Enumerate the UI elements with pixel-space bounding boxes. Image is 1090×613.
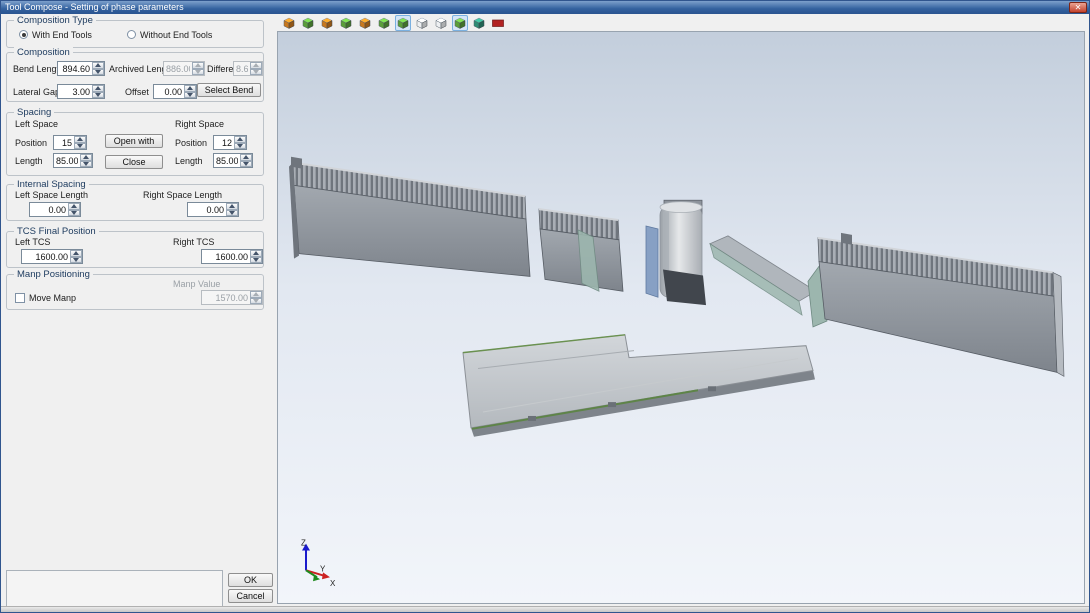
tool-cube-orange-2-icon[interactable]: [319, 15, 335, 31]
center-column-model: [646, 200, 706, 305]
tool-cube-orange-1-icon[interactable]: [281, 15, 297, 31]
internal-right-spinner[interactable]: [187, 202, 239, 217]
select-bend-button[interactable]: Select Bend: [197, 83, 261, 97]
cancel-button[interactable]: Cancel: [228, 589, 273, 603]
spin-down-icon: [250, 69, 262, 76]
lateral-gap-spinner[interactable]: [57, 84, 105, 99]
axis-y-label: Y: [320, 564, 326, 573]
tool-cube-teal-icon[interactable]: [471, 15, 487, 31]
spin-down-icon[interactable]: [250, 257, 262, 264]
move-manp-checkbox[interactable]: Move Manp: [15, 293, 76, 303]
bend-length-spinner[interactable]: [57, 61, 105, 76]
tool-cube-green-3-icon[interactable]: [376, 15, 392, 31]
open-with-button[interactable]: Open with: [105, 134, 163, 148]
manp-value-spinner: [201, 290, 263, 305]
internal-spacing-title: Internal Spacing: [14, 179, 89, 190]
spin-down-icon[interactable]: [74, 143, 86, 150]
composition-group: Composition Bend Length Archived Length …: [6, 52, 264, 102]
right-length-spinner[interactable]: [213, 153, 253, 168]
tool-compose-dialog: Tool Compose - Setting of phase paramete…: [0, 0, 1090, 613]
tool-cube-green-2-icon[interactable]: [338, 15, 354, 31]
spin-down-icon[interactable]: [184, 92, 196, 99]
viewport-region: Z Y X: [273, 14, 1089, 606]
tool-cube-green-selected-2-icon[interactable]: [452, 15, 468, 31]
viewport-toolbar: [281, 14, 506, 31]
left-tool-beam-model: [289, 157, 530, 277]
close-button[interactable]: Close: [105, 155, 163, 169]
right-tcs-spinner[interactable]: [201, 249, 263, 264]
spin-down-icon[interactable]: [68, 210, 80, 217]
internal-left-spinner[interactable]: [29, 202, 81, 217]
composition-title: Composition: [14, 47, 73, 58]
left-space-label: Left Space: [15, 119, 58, 129]
spin-down-icon[interactable]: [70, 257, 82, 264]
offset-label: Offset: [125, 87, 149, 97]
radio-icon[interactable]: [127, 30, 136, 39]
tool-cube-outline-1-icon[interactable]: [414, 15, 430, 31]
spin-down-icon[interactable]: [226, 210, 238, 217]
axis-z-label: Z: [301, 539, 306, 548]
right-position-label: Position: [175, 138, 207, 148]
offset-spinner[interactable]: [153, 84, 197, 99]
window-bottom-edge: [1, 606, 1089, 612]
right-length-label: Length: [175, 156, 203, 166]
3d-viewport[interactable]: Z Y X: [277, 31, 1085, 604]
right-tool-beam-model: [808, 233, 1064, 376]
internal-spacing-group: Internal Spacing Left Space Length Right…: [6, 184, 264, 221]
checkbox-icon[interactable]: [15, 293, 25, 303]
cad-model-scene: Z Y X: [278, 32, 1084, 603]
composition-type-title: Composition Type: [14, 15, 96, 26]
left-tcs-spinner[interactable]: [21, 249, 83, 264]
left-tcs-label: Left TCS: [15, 237, 50, 247]
right-space-label: Right Space: [175, 119, 224, 129]
lateral-gap-label: Lateral Gap: [13, 87, 60, 97]
parameter-panel: Composition Type With End Tools Without …: [1, 14, 273, 606]
manp-title: Manp Positioning: [14, 269, 93, 280]
spin-down-icon[interactable]: [80, 161, 92, 168]
tcs-title: TCS Final Position: [14, 226, 99, 237]
spin-down-icon: [250, 298, 262, 305]
base-plate-model: [463, 335, 815, 437]
tool-cube-outline-2-icon[interactable]: [433, 15, 449, 31]
spacing-title: Spacing: [14, 107, 54, 118]
close-icon[interactable]: ✕: [1069, 2, 1087, 13]
with-end-tools-radio[interactable]: With End Tools: [19, 30, 92, 40]
tool-cube-orange-3-icon[interactable]: [357, 15, 373, 31]
radio-icon[interactable]: [19, 30, 28, 39]
without-end-tools-radio[interactable]: Without End Tools: [127, 30, 212, 40]
left-length-spinner[interactable]: [53, 153, 93, 168]
composition-type-group: Composition Type With End Tools Without …: [6, 20, 264, 48]
window-title: Tool Compose - Setting of phase paramete…: [5, 2, 184, 12]
spin-down-icon[interactable]: [234, 143, 246, 150]
spin-down-icon[interactable]: [92, 69, 104, 76]
middle-tool-segment-model: [539, 209, 623, 291]
right-tcs-label: Right TCS: [173, 237, 214, 247]
left-position-label: Position: [15, 138, 47, 148]
tcs-final-position-group: TCS Final Position Left TCS Right TCS: [6, 231, 264, 268]
titlebar[interactable]: Tool Compose - Setting of phase paramete…: [1, 1, 1089, 14]
left-length-label: Length: [15, 156, 43, 166]
difference-spinner: [233, 61, 263, 76]
right-position-spinner[interactable]: [213, 135, 247, 150]
internal-right-label: Right Space Length: [143, 190, 222, 200]
internal-left-label: Left Space Length: [15, 190, 88, 200]
tool-cube-green-1-icon[interactable]: [300, 15, 316, 31]
manp-positioning-group: Manp Positioning Move Manp Manp Value: [6, 274, 264, 310]
axis-triad: Z Y X: [301, 539, 336, 589]
spin-down-icon[interactable]: [240, 161, 252, 168]
message-textarea[interactable]: [6, 570, 223, 607]
axis-x-label: X: [330, 579, 336, 588]
archived-length-spinner: [163, 61, 205, 76]
left-position-spinner[interactable]: [53, 135, 87, 150]
tool-cube-green-selected-1-icon[interactable]: [395, 15, 411, 31]
ok-button[interactable]: OK: [228, 573, 273, 587]
wedge-bar-model: [710, 236, 816, 315]
manp-value-label: Manp Value: [173, 279, 220, 289]
spin-down-icon: [192, 69, 204, 76]
tool-flat-red-icon[interactable]: [490, 15, 506, 31]
spacing-group: Spacing Left Space Position Length Open …: [6, 112, 264, 176]
spin-down-icon[interactable]: [92, 92, 104, 99]
